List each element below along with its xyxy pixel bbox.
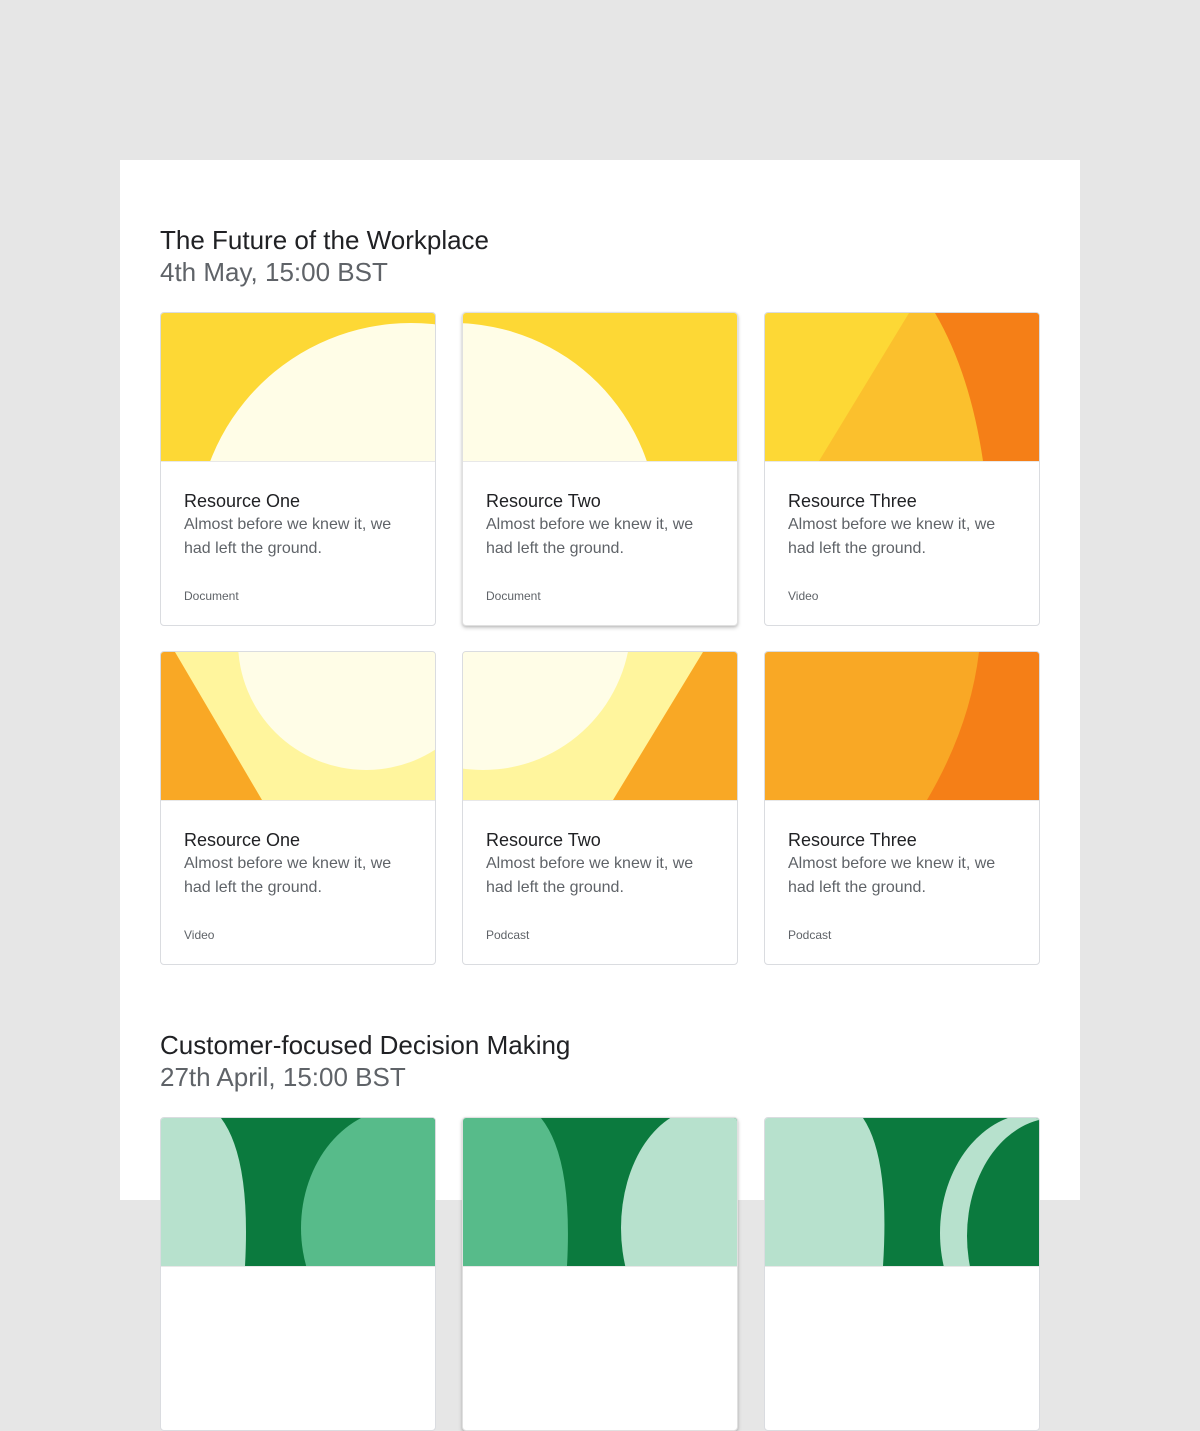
card-type-label: Podcast	[788, 928, 832, 942]
resource-card[interactable]: Resource Two Almost before we knew it, w…	[462, 312, 738, 626]
section-future-of-workplace: The Future of the Workplace 4th May, 15:…	[160, 224, 1040, 288]
card-illustration	[765, 313, 1039, 462]
resource-card[interactable]	[462, 1117, 738, 1431]
card-title: Resource One	[184, 830, 301, 850]
card-description: Almost before we knew it, we had left th…	[184, 516, 392, 557]
section-title: Customer-focused Decision Making	[160, 1030, 571, 1060]
card-illustration	[765, 1118, 1039, 1267]
resource-card[interactable]: Resource One Almost before we knew it, w…	[160, 651, 436, 965]
section-customer-decision-making: Customer-focused Decision Making 27th Ap…	[160, 1029, 1040, 1093]
card-type-label: Document	[184, 589, 239, 603]
card-title: Resource Three	[788, 830, 917, 850]
card-type-label: Video	[184, 928, 215, 942]
card-title: Resource Two	[486, 491, 601, 511]
card-type-label: Document	[486, 589, 541, 603]
card-type-label: Video	[788, 589, 819, 603]
card-illustration	[161, 1118, 435, 1267]
card-description: Almost before we knew it, we had left th…	[184, 855, 392, 896]
resource-card[interactable]	[764, 1117, 1040, 1431]
card-type-label: Podcast	[486, 928, 530, 942]
card-title: Resource Two	[486, 830, 601, 850]
card-title: Resource Three	[788, 491, 917, 511]
card-illustration	[463, 313, 737, 462]
section-date: 27th April, 15:00 BST	[160, 1062, 406, 1092]
card-illustration	[765, 652, 1039, 801]
resource-card[interactable]: Resource Two Almost before we knew it, w…	[462, 651, 738, 965]
resource-card[interactable]: Resource Three Almost before we knew it,…	[764, 312, 1040, 626]
card-illustration	[161, 313, 435, 462]
resource-card[interactable]	[160, 1117, 436, 1431]
card-description: Almost before we knew it, we had left th…	[486, 516, 694, 557]
card-illustration	[463, 652, 737, 801]
section-title: The Future of the Workplace	[160, 225, 490, 255]
card-description: Almost before we knew it, we had left th…	[788, 516, 996, 557]
card-illustration	[161, 652, 435, 801]
card-description: Almost before we knew it, we had left th…	[486, 855, 694, 896]
resource-card[interactable]: Resource One Almost before we knew it, w…	[160, 312, 436, 626]
content-sheet: The Future of the Workplace 4th May, 15:…	[120, 160, 1080, 1431]
section-date: 4th May, 15:00 BST	[160, 257, 388, 287]
resource-card[interactable]: Resource Three Almost before we knew it,…	[764, 651, 1040, 965]
card-description: Almost before we knew it, we had left th…	[788, 855, 996, 896]
card-title: Resource One	[184, 491, 301, 511]
card-illustration	[463, 1118, 737, 1267]
